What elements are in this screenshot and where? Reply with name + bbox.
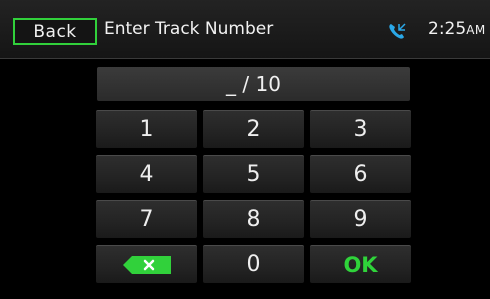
clock-time: 2:25	[428, 19, 467, 39]
key-2-label: 2	[246, 117, 261, 142]
key-7[interactable]: 7	[96, 200, 197, 238]
key-6[interactable]: 6	[310, 155, 411, 193]
key-7-label: 7	[139, 207, 154, 232]
backspace-key[interactable]	[96, 245, 197, 283]
track-number-display: _ / 10	[97, 67, 410, 101]
key-5[interactable]: 5	[203, 155, 304, 193]
phone-icon[interactable]	[386, 21, 408, 43]
key-4-label: 4	[139, 162, 154, 187]
back-button[interactable]: Back	[13, 18, 97, 45]
ok-button[interactable]: OK	[310, 245, 411, 283]
key-1[interactable]: 1	[96, 110, 197, 148]
key-3-label: 3	[353, 117, 368, 142]
key-5-label: 5	[246, 162, 261, 187]
backspace-icon	[122, 255, 171, 274]
key-6-label: 6	[353, 162, 368, 187]
key-9[interactable]: 9	[310, 200, 411, 238]
track-entry-value: _ / 10	[226, 72, 281, 96]
key-0-label: 0	[246, 252, 261, 277]
key-3[interactable]: 3	[310, 110, 411, 148]
key-0[interactable]: 0	[203, 245, 304, 283]
key-9-label: 9	[353, 207, 368, 232]
back-button-label: Back	[33, 21, 77, 42]
key-8-label: 8	[246, 207, 261, 232]
key-2[interactable]: 2	[203, 110, 304, 148]
key-1-label: 1	[139, 117, 154, 142]
key-8[interactable]: 8	[203, 200, 304, 238]
page-title: Enter Track Number	[104, 19, 274, 39]
ok-button-label: OK	[343, 252, 378, 277]
clock-ampm: AM	[466, 23, 486, 37]
clock: 2:25AM	[428, 19, 486, 39]
screen: Back Enter Track Number 2:25AM _ / 10 1 …	[0, 0, 490, 299]
key-4[interactable]: 4	[96, 155, 197, 193]
header-bar: Back Enter Track Number 2:25AM	[0, 0, 490, 59]
